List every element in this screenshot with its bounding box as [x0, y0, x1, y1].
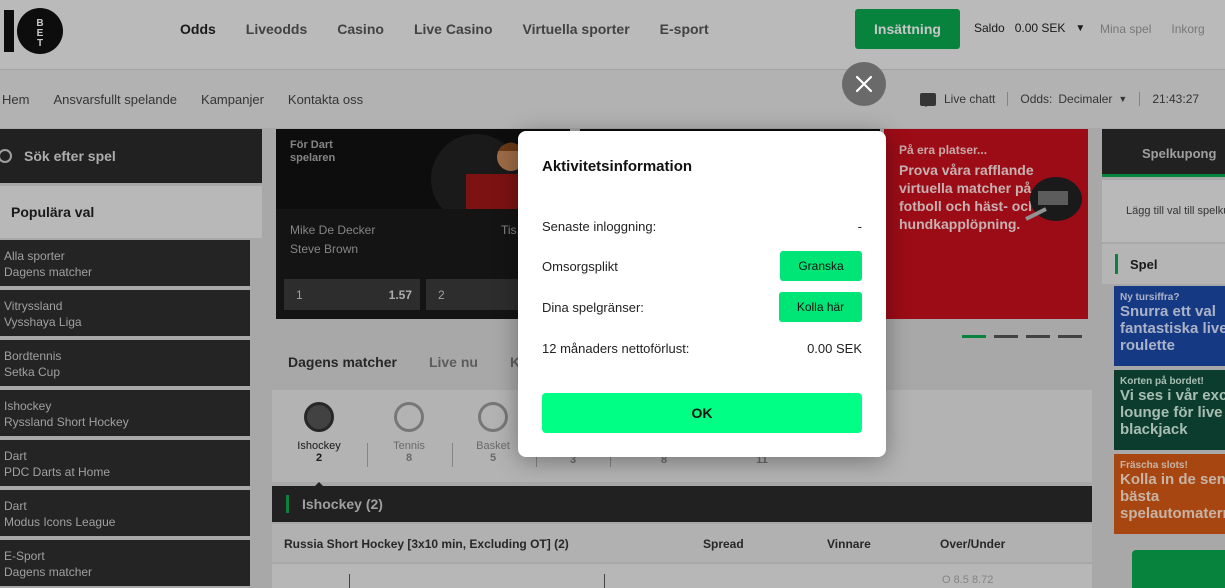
net-loss-row: 12 månaders nettoförlust: 0.00 SEK [542, 331, 862, 365]
duty-of-care-row: Omsorgsplikt Granska [542, 249, 862, 283]
dialog-title: Aktivitetsinformation [542, 158, 693, 175]
limits-label: Dina spelgränser: [542, 299, 644, 315]
net-loss-value: 0.00 SEK [807, 340, 862, 356]
last-login-value: - [857, 218, 862, 234]
last-login-label: Senaste inloggning: [542, 218, 657, 234]
close-button[interactable] [842, 62, 886, 106]
activity-info-dialog: Aktivitetsinformation Senaste inloggning… [518, 131, 886, 457]
duty-label: Omsorgsplikt [542, 258, 618, 274]
gaming-limits-row: Dina spelgränser: Kolla här [542, 290, 862, 324]
check-limits-button[interactable]: Kolla här [779, 292, 862, 322]
net-loss-label: 12 månaders nettoförlust: [542, 340, 690, 356]
ok-button[interactable]: OK [542, 393, 862, 433]
review-button[interactable]: Granska [780, 251, 862, 281]
last-login-row: Senaste inloggning: - [542, 209, 862, 243]
close-icon [855, 75, 873, 93]
